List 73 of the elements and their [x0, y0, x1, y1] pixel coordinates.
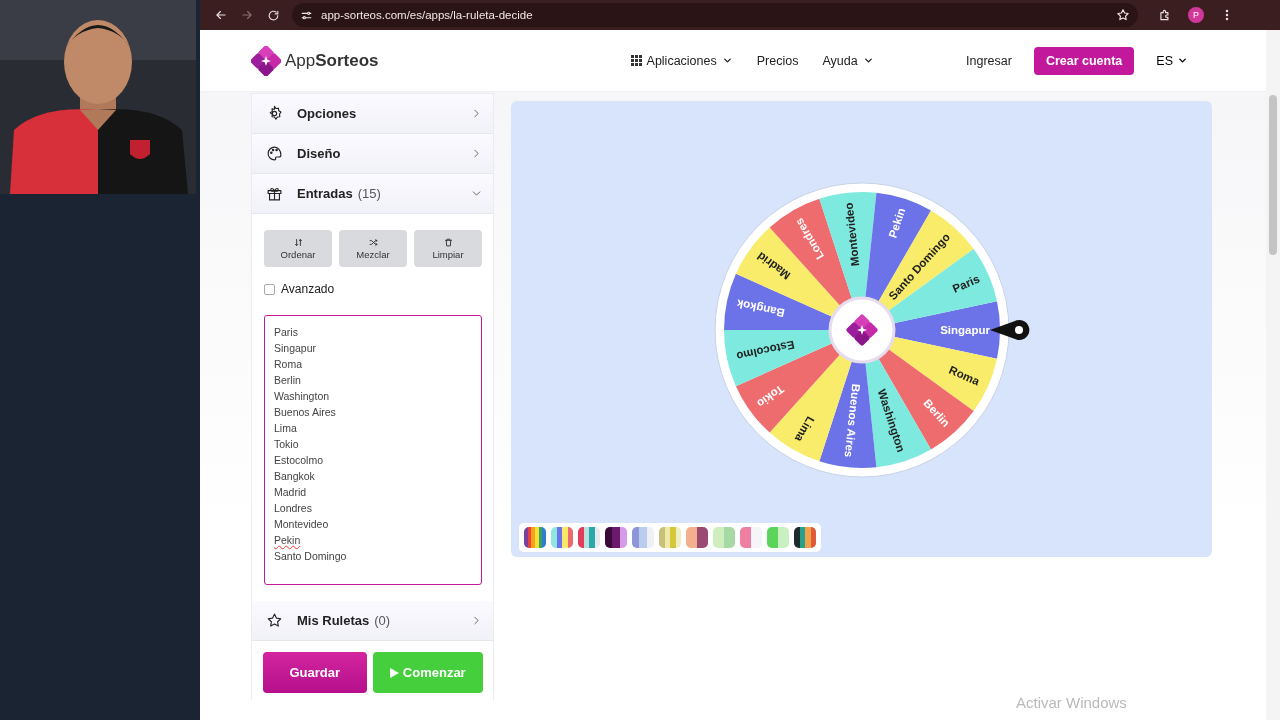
entry-text: Washington [274, 389, 331, 404]
logo-icon [251, 45, 281, 76]
entry-text: Buenos Aires [274, 405, 337, 420]
activation-notice: Activar Windows [1016, 694, 1127, 711]
palette-swatch[interactable] [659, 527, 681, 548]
logo-icon [845, 313, 878, 347]
palette-swatch[interactable] [767, 527, 789, 548]
palette-swatch[interactable] [713, 527, 735, 548]
scrollbar[interactable] [1266, 30, 1280, 720]
entry-text: Tokio [274, 437, 300, 452]
save-button[interactable]: Guardar [263, 652, 367, 693]
nav-link[interactable]: Precios [756, 53, 799, 68]
tool-button[interactable]: Limpiar [414, 230, 482, 267]
palette-swatch[interactable] [740, 527, 762, 548]
entry-text: Lima [274, 421, 298, 436]
address-bar[interactable]: app-sorteos.com/es/apps/la-ruleta-decide [292, 3, 1138, 27]
accordion-header[interactable]: Entradas (15) [252, 174, 493, 214]
palette-swatch[interactable] [578, 527, 600, 548]
tool-button[interactable]: Ordenar [264, 230, 332, 267]
profile-avatar[interactable]: P [1188, 7, 1204, 23]
trash-icon [443, 237, 453, 247]
advanced-checkbox[interactable] [264, 283, 275, 295]
segment-label: Montevideo [842, 202, 861, 267]
puzzle-icon [1158, 8, 1172, 22]
accordion-header[interactable]: Diseño [252, 134, 493, 174]
entry-text: Pekin [274, 533, 302, 548]
palette-swatch[interactable] [524, 527, 546, 548]
entry-text: Madrid [274, 485, 308, 500]
entry-text: Estocolmo [274, 453, 325, 468]
nav-link[interactable]: Ayuda [822, 53, 874, 68]
star-icon [266, 612, 283, 629]
segment-label: Bangkok [735, 297, 786, 320]
accordion-header[interactable]: Mis Ruletas (0) [252, 601, 493, 641]
chevron-down-icon [1177, 55, 1188, 66]
entry-text: Roma [274, 357, 303, 372]
entry-text: Montevideo [274, 517, 330, 532]
entry-text: Paris [274, 325, 299, 340]
nav-link[interactable]: Aplicaciones [630, 53, 733, 68]
grid-icon [630, 55, 642, 66]
play-icon [389, 667, 399, 678]
palette-swatch[interactable] [686, 527, 708, 548]
segment-label: Paris [950, 272, 981, 295]
segment-label: Buenos Aires [842, 383, 862, 458]
language-selector[interactable]: ES [1150, 52, 1194, 69]
palette-swatch[interactable] [605, 527, 627, 548]
sort-icon [293, 237, 303, 247]
star-icon [1116, 8, 1130, 22]
entry-text: Londres [274, 501, 313, 516]
palette-icon [266, 145, 283, 162]
url-text: app-sorteos.com/es/apps/la-ruleta-decide [321, 9, 534, 21]
entry-text: Santo Domingo [274, 549, 348, 564]
forward-arrow-icon [240, 8, 254, 22]
entry-text: Berlin [274, 373, 302, 388]
segment-label: Pekin [885, 206, 907, 240]
entry-text: Singapur [274, 341, 318, 356]
signup-button[interactable]: Crear cuenta [1033, 46, 1135, 75]
tool-button[interactable]: Mezclar [339, 230, 407, 267]
shuffle-icon [368, 237, 378, 247]
segment-label: Singapur [939, 324, 990, 336]
entry-text: Bangkok [274, 469, 316, 484]
gift-icon [266, 185, 283, 202]
pointer-icon [989, 320, 1029, 340]
back-arrow-icon [214, 8, 228, 22]
accordion-header[interactable]: Opciones [252, 94, 493, 134]
segment-label: Estocolmo [735, 338, 796, 363]
palette-swatch[interactable] [632, 527, 654, 548]
checkbox-label: Avanzado [281, 282, 335, 296]
reload-icon [266, 8, 280, 22]
palette-swatch[interactable] [794, 527, 816, 548]
brand-name[interactable]: AppSorteos [285, 50, 379, 71]
palette-swatch[interactable] [551, 527, 573, 548]
login-link[interactable]: Ingresar [960, 52, 1018, 69]
entries-field[interactable]: Paris Singapur Roma Berlin Washington Buenos Aires Lima Tokio Estocolmo Bangkok Madrid Londres Montevideo Pekin Santo Domingo [264, 315, 482, 585]
